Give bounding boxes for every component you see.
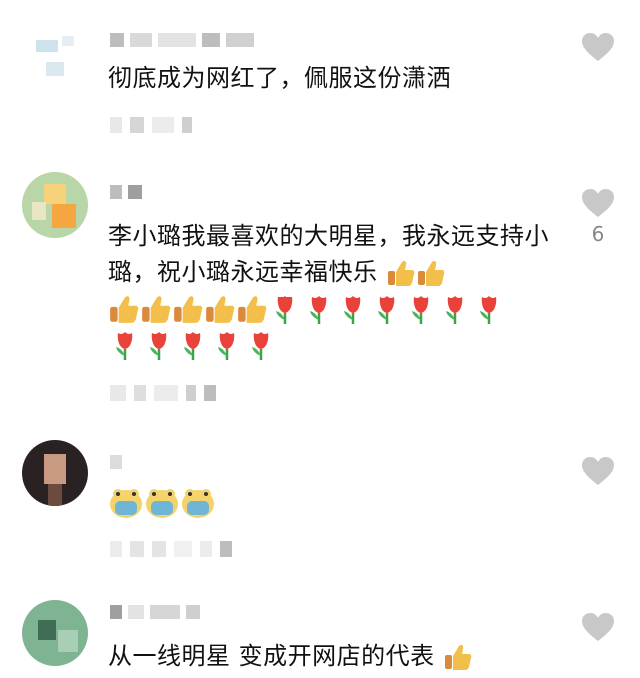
comment-text: 李小璐我最喜欢的大明星，我永远支持小璐，祝小璐永远幸福快乐 <box>108 218 550 290</box>
avatar[interactable] <box>22 440 88 506</box>
thumbs-up-emoji <box>416 259 446 287</box>
tulip-emoji <box>472 293 506 325</box>
avatar[interactable] <box>22 600 88 666</box>
username[interactable] <box>110 454 122 470</box>
tulip-emoji <box>438 293 472 325</box>
heart-icon <box>582 613 614 641</box>
thumbs-up-emoji <box>236 294 268 324</box>
comment-meta <box>110 116 192 134</box>
comment-text: 彻底成为网红了，佩服这份潇洒 <box>108 64 451 92</box>
thumbs-up-emoji <box>172 294 204 324</box>
tulip-emoji <box>210 329 244 361</box>
emoji-row <box>108 326 550 362</box>
comment-text-body: 从一线明星 变成开网店的代表 <box>108 642 435 670</box>
username[interactable] <box>110 604 200 620</box>
comment-meta <box>110 540 232 558</box>
tulip-emoji <box>268 293 302 325</box>
username[interactable] <box>110 184 142 200</box>
tulip-emoji <box>142 329 176 361</box>
like-button[interactable] <box>580 32 616 66</box>
comment-text-body: 李小璐我最喜欢的大明星，我永远支持小璐，祝小璐永远幸福快乐 <box>108 222 549 286</box>
avatar[interactable] <box>22 172 88 238</box>
masked-frog-emoji <box>108 486 144 520</box>
heart-icon <box>582 33 614 61</box>
tulip-emoji <box>336 293 370 325</box>
tulip-emoji <box>108 329 142 361</box>
thumbs-up-emoji <box>108 294 140 324</box>
masked-frog-emoji <box>144 486 180 520</box>
emoji-row <box>108 484 550 520</box>
thumbs-up-emoji <box>386 259 416 287</box>
emoji-row <box>108 290 550 326</box>
comment-meta <box>110 384 216 402</box>
username[interactable] <box>110 32 254 48</box>
like-count: 6 <box>591 222 605 246</box>
tulip-emoji <box>404 293 438 325</box>
tulip-emoji <box>302 293 336 325</box>
like-button[interactable]: 6 <box>580 188 616 246</box>
masked-frog-emoji <box>180 486 216 520</box>
thumbs-up-emoji <box>443 643 473 671</box>
tulip-emoji <box>244 329 278 361</box>
thumbs-up-emoji <box>204 294 236 324</box>
like-button[interactable] <box>580 456 616 490</box>
tulip-emoji <box>176 329 210 361</box>
heart-icon <box>582 457 614 485</box>
tulip-emoji <box>370 293 404 325</box>
thumbs-up-emoji <box>140 294 172 324</box>
like-button[interactable] <box>580 612 616 646</box>
avatar[interactable] <box>22 22 88 88</box>
comment-text: 从一线明星 变成开网店的代表 <box>108 638 550 674</box>
heart-icon <box>582 189 614 217</box>
